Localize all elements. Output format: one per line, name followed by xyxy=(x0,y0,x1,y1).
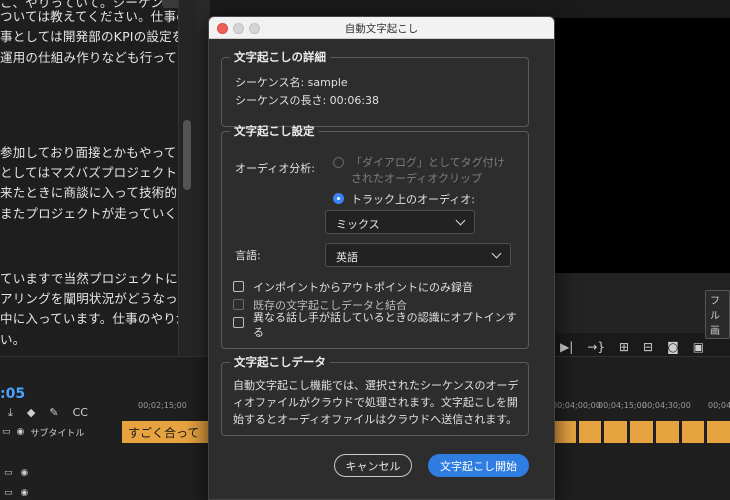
transcript-line: アリングを闡明状況がどうなってい xyxy=(0,291,178,306)
caption-clips-group xyxy=(553,421,730,443)
wrench-icon[interactable]: ✎ xyxy=(49,406,58,420)
auto-transcribe-dialog: 自動文字起こし 文字起こしの詳細 シーケンス名: sample シーケンスの長さ… xyxy=(208,16,555,500)
eye-icon[interactable]: ◉ xyxy=(21,488,29,498)
dialogue-clips-label-1: 「ダイアログ」としてタグ付け xyxy=(351,156,505,169)
track-audio-select[interactable]: ミックス xyxy=(325,210,475,234)
chevron-down-icon xyxy=(455,215,466,226)
insert-icon[interactable]: ⊞ xyxy=(619,340,629,354)
details-legend: 文字起こしの詳細 xyxy=(234,50,326,64)
data-legend: 文字起こしデータ xyxy=(234,355,326,369)
caption-clip[interactable] xyxy=(630,421,653,443)
ruler-tick-label: 00;04;00;00 xyxy=(552,401,601,410)
snap-icon[interactable]: ⤓ xyxy=(8,406,13,420)
camera-icon[interactable]: ◙ xyxy=(667,340,679,354)
language-value: 英語 xyxy=(336,251,358,264)
dialog-title: 自動文字起こし xyxy=(344,23,419,35)
caption-clip[interactable] xyxy=(707,421,730,443)
sequence-name: シーケンス名: sample xyxy=(235,76,348,89)
monitor-controls-bar xyxy=(555,273,730,333)
transcript-line: 運用の仕組み作りなども行っていま xyxy=(0,50,178,65)
sync-lock-icon[interactable]: ▭ xyxy=(2,427,11,437)
checkbox-merge-existing[interactable] xyxy=(233,299,244,310)
caption-clip[interactable]: すごく合って xyxy=(122,421,210,443)
data-info-line-2: ィオファイルがクラウドで処理されます。文字起こしを開 xyxy=(233,396,518,409)
marker-icon[interactable]: ◆ xyxy=(27,406,35,420)
transport-controls: ▶| →} ⊞ ⊟ ◙ ▣ xyxy=(560,336,730,358)
track-header-video: ▭ ◉ xyxy=(0,488,120,498)
chevron-down-icon xyxy=(491,248,502,259)
track-header-subtitle: ▭ ◉ サブタイトル xyxy=(0,422,120,442)
dialogue-clips-label-2: されたオーディオクリップ xyxy=(351,172,483,185)
sequence-length: シーケンスの長さ: 00:06:38 xyxy=(235,94,380,107)
start-transcription-button[interactable]: 文字起こし開始 xyxy=(428,454,529,477)
language-select[interactable]: 英語 xyxy=(325,243,511,267)
language-label: 言語: xyxy=(235,249,261,262)
timeline-tools: ⤓ ◆ ✎ CC xyxy=(8,406,88,420)
ruler-tick-label: 00;04;30;00 xyxy=(642,401,691,410)
cancel-button[interactable]: キャンセル xyxy=(334,454,412,477)
ruler-tick-label: 00;04 xyxy=(708,401,730,410)
transcript-line: またプロジェクトが走っていくとプ xyxy=(0,206,178,221)
audio-analysis-label: オーディオ分析: xyxy=(235,162,315,175)
caption-clip[interactable] xyxy=(655,421,679,443)
sync-lock-icon[interactable]: ▭ xyxy=(4,468,13,478)
caption-clip[interactable] xyxy=(578,421,602,443)
transcript-line: 中に入っています。仕事のやりがい xyxy=(0,311,178,326)
data-info-line-1: 自動文字起こし機能では、選択されたシーケンスのオーデ xyxy=(233,379,519,392)
transcript-line: 事としては開発部のKPIの設定をやっ xyxy=(0,29,178,44)
eye-icon[interactable]: ◉ xyxy=(21,468,29,478)
program-monitor xyxy=(555,18,730,273)
captions-icon[interactable]: CC xyxy=(73,406,88,420)
track-name: サブタイトル xyxy=(30,428,85,439)
transcript-line: ていますで当然プロジェクトに入っ xyxy=(0,271,178,286)
data-info-line-3: 始するとオーディオファイルはクラウドへ送信されます。 xyxy=(233,413,518,426)
scrollbar-thumb[interactable] xyxy=(183,120,191,190)
dialog-titlebar[interactable]: 自動文字起こし xyxy=(209,17,554,39)
timeline-timecode[interactable]: :05 xyxy=(0,386,25,402)
ruler-tick-label: 00;02;15;00 xyxy=(138,401,187,410)
transcript-line: い。 xyxy=(0,332,26,347)
caption-clip[interactable] xyxy=(681,421,705,443)
track-audio-label: トラック上のオーディオ: xyxy=(351,193,475,206)
transcript-line: としてはマズバズプロジェクトのお xyxy=(0,165,178,180)
eye-icon[interactable]: ◉ xyxy=(17,427,25,437)
transcript-line: 参加しており面接とかもやっていま xyxy=(0,145,178,160)
sync-lock-icon[interactable]: ▭ xyxy=(4,488,13,498)
speaker-recognition-label-2: る xyxy=(253,326,264,339)
transcript-line: 来たときに商談に入って技術的な話 xyxy=(0,185,178,200)
settings-legend: 文字起こし設定 xyxy=(234,124,315,138)
step-forward-icon[interactable]: →} xyxy=(587,340,605,354)
in-out-only-label: インポイントからアウトポイントにのみ録音 xyxy=(253,281,473,294)
radio-dialogue-clips[interactable] xyxy=(333,157,344,168)
compare-icon[interactable]: ▣ xyxy=(693,340,704,354)
overwrite-icon[interactable]: ⊟ xyxy=(643,340,653,354)
caption-clip[interactable] xyxy=(604,421,628,443)
full-resolution-dropdown[interactable]: フル画 xyxy=(705,290,730,339)
transcript-text-panel: こ、やりっていて。シーケンスついては教えてください。仕事の内事としては開発部のK… xyxy=(0,0,178,356)
checkbox-in-out-only[interactable] xyxy=(233,281,244,292)
transcript-scrollbar[interactable] xyxy=(178,0,196,356)
ruler-tick-label: 00;04;15;00 xyxy=(598,401,647,410)
radio-track-audio[interactable] xyxy=(333,193,344,204)
speaker-recognition-label-1: 異なる話し手が話しているときの認識にオプトインす xyxy=(253,311,517,324)
checkbox-speaker-recognition[interactable] xyxy=(233,317,244,328)
play-stop-icon[interactable]: ▶| xyxy=(560,340,573,354)
caption-clip[interactable] xyxy=(553,421,576,443)
transcript-line: ついては教えてください。仕事の内 xyxy=(0,9,178,24)
track-header-video: ▭ ◉ xyxy=(0,468,120,478)
track-audio-value: ミックス xyxy=(336,218,380,231)
